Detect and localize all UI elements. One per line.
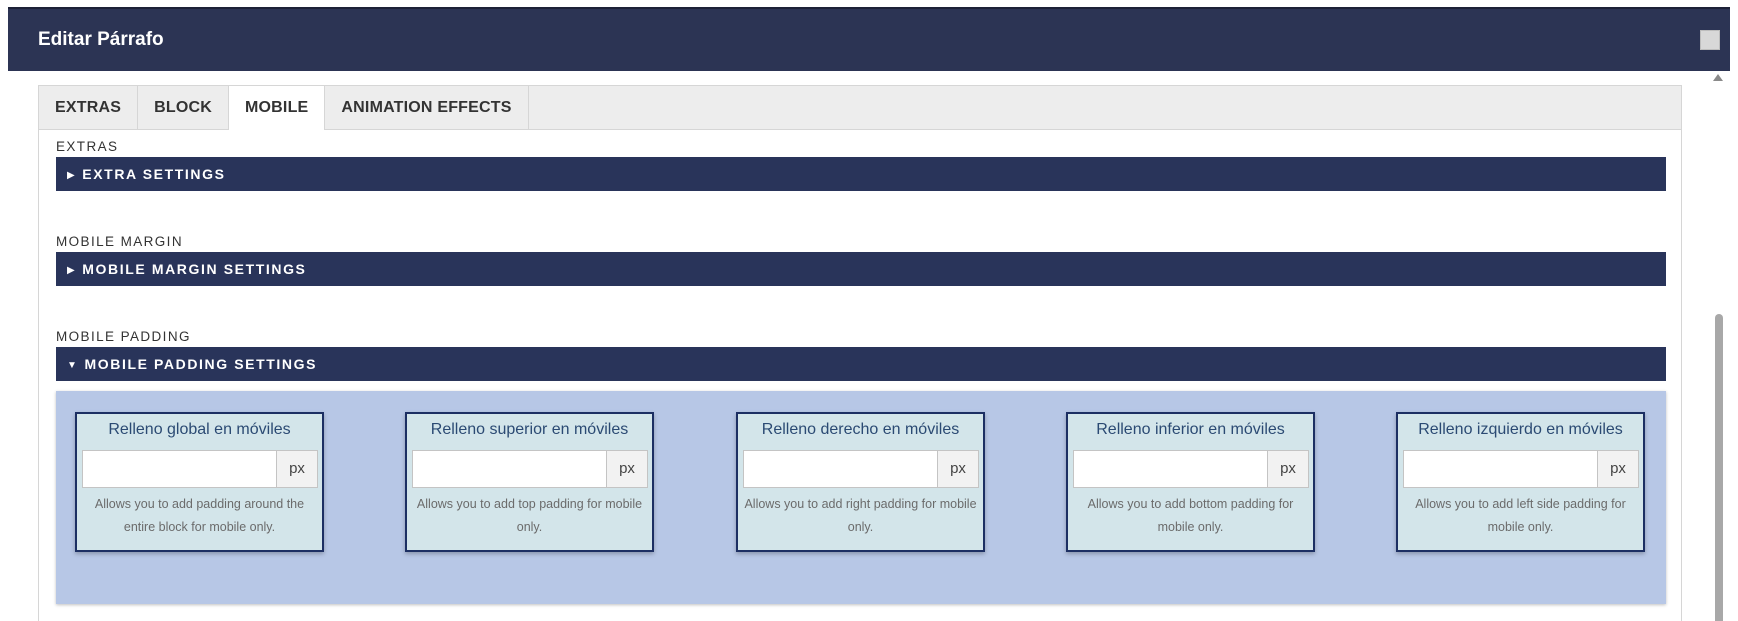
scroll-up-arrow-icon[interactable] <box>1713 74 1723 81</box>
mobile-padding-left-input[interactable] <box>1403 450 1598 488</box>
unit-addon: px <box>607 450 648 488</box>
unit-addon: px <box>1268 450 1309 488</box>
field-help-text: Allows you to add right padding for mobi… <box>744 497 977 534</box>
section-bar-extra-settings[interactable]: ▶ EXTRA SETTINGS <box>56 157 1666 191</box>
field-title: Relleno superior en móviles <box>430 421 629 438</box>
unit-addon: px <box>938 450 979 488</box>
field-mobile-padding-right: Relleno derecho en móviles px Allows you… <box>736 412 985 552</box>
caret-right-icon: ▶ <box>67 170 77 181</box>
input-group: px <box>743 450 979 488</box>
section-bar-label: MOBILE MARGIN SETTINGS <box>82 261 307 277</box>
dialog-title: Editar Párrafo <box>38 29 164 50</box>
field-help-text: Allows you to add left side padding for … <box>1415 497 1626 534</box>
tab-mobile[interactable]: MOBILE <box>229 86 326 130</box>
tab-animation-effects[interactable]: ANIMATION EFFECTS <box>325 86 529 129</box>
section-bar-mobile-margin-settings[interactable]: ▶ MOBILE MARGIN SETTINGS <box>56 252 1666 286</box>
field-title: Relleno izquierdo en móviles <box>1418 421 1623 438</box>
input-group: px <box>412 450 648 488</box>
caret-right-icon: ▶ <box>67 265 77 276</box>
section-bar-mobile-padding-settings[interactable]: ▼ MOBILE PADDING SETTINGS <box>56 347 1666 381</box>
unit-addon: px <box>1598 450 1639 488</box>
section-label-mobile-margin: MOBILE MARGIN <box>56 234 183 249</box>
tab-block[interactable]: BLOCK <box>138 86 229 129</box>
dialog-titlebar: Editar Párrafo <box>8 7 1730 71</box>
field-help-text: Allows you to add bottom padding for mob… <box>1087 497 1294 534</box>
close-icon[interactable] <box>1700 30 1720 50</box>
caret-down-icon: ▼ <box>67 360 79 371</box>
dialog-window: Editar Párrafo EXTRAS BLOCK MOBILE ANIMA… <box>0 0 1738 621</box>
input-group: px <box>1403 450 1639 488</box>
field-mobile-padding-top: Relleno superior en móviles px Allows yo… <box>405 412 654 552</box>
mobile-padding-bottom-input[interactable] <box>1073 450 1268 488</box>
field-mobile-padding-global: Relleno global en móviles px Allows you … <box>75 412 324 552</box>
field-title: Relleno derecho en móviles <box>761 421 960 438</box>
field-mobile-padding-bottom: Relleno inferior en móviles px Allows yo… <box>1066 412 1315 552</box>
mobile-padding-right-input[interactable] <box>743 450 938 488</box>
scrollbar-thumb[interactable] <box>1715 314 1723 621</box>
tab-bar: EXTRAS BLOCK MOBILE ANIMATION EFFECTS <box>39 86 1681 130</box>
mobile-padding-global-input[interactable] <box>82 450 277 488</box>
field-title: Relleno global en móviles <box>108 421 291 438</box>
tab-extras[interactable]: EXTRAS <box>39 86 139 129</box>
section-label-mobile-padding: MOBILE PADDING <box>56 329 191 344</box>
input-group: px <box>1073 450 1309 488</box>
section-bar-label: MOBILE PADDING SETTINGS <box>84 356 318 372</box>
field-help-text: Allows you to add top padding for mobile… <box>416 497 643 534</box>
section-label-extras: EXTRAS <box>56 139 119 154</box>
mobile-padding-top-input[interactable] <box>412 450 607 488</box>
field-help-text: Allows you to add padding around the ent… <box>94 497 305 534</box>
input-group: px <box>82 450 318 488</box>
section-bar-label: EXTRA SETTINGS <box>82 166 226 182</box>
field-title: Relleno inferior en móviles <box>1096 421 1285 438</box>
content-panel: EXTRAS BLOCK MOBILE ANIMATION EFFECTS EX… <box>38 85 1682 621</box>
mobile-padding-panel: Relleno global en móviles px Allows you … <box>56 391 1666 604</box>
field-mobile-padding-left: Relleno izquierdo en móviles px Allows y… <box>1396 412 1645 552</box>
unit-addon: px <box>277 450 318 488</box>
